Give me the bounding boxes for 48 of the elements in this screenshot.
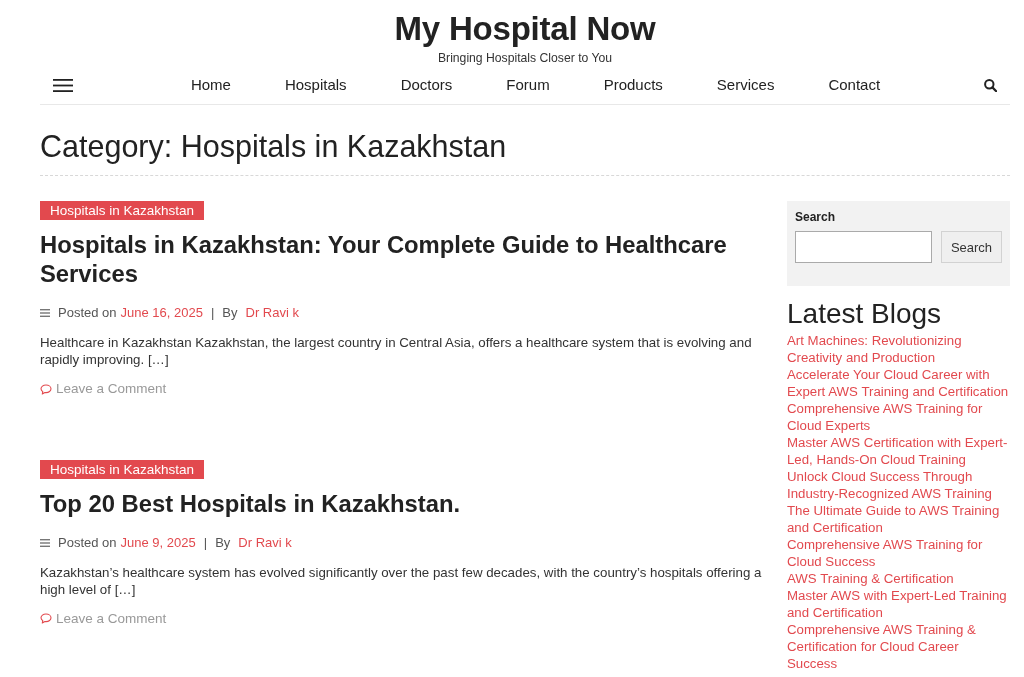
nav-link[interactable]: Forum (479, 75, 577, 95)
blog-link[interactable]: AWS Training & Certification (787, 570, 1010, 587)
blog-link[interactable]: The Ultimate Guide to AWS Training and Certification (787, 502, 1010, 536)
category-tag[interactable]: Hospitals in Kazakhstan (40, 201, 205, 220)
category-tag[interactable]: Hospitals in Kazakhstan (40, 459, 205, 479)
blog-link[interactable]: Comprehensive AWS Training for Cloud Experts (787, 400, 1010, 434)
search-field[interactable] (795, 231, 932, 263)
meta-label: By (222, 305, 238, 321)
blog-link[interactable]: Master AWS with Expert-Led Training and Certification (787, 587, 1010, 621)
author-link[interactable]: Dr Ravi k (238, 534, 292, 551)
blog-link[interactable]: Master AWS Certification with Expert-Led, Hands-On Cloud Training (787, 434, 1010, 468)
nav-link[interactable]: Home (163, 75, 258, 95)
site-tagline: Bringing Hospitals Closer to You (437, 51, 613, 65)
post-excerpt: Kazakhstan’s healthcare system has evolved significantly over the past few decades, with the country’s hospitals offering a high level of […] (40, 563, 763, 598)
search-label: Search (795, 209, 837, 225)
list-icon (40, 309, 50, 317)
blog-link[interactable]: Unlock Cloud Success Through Industry-Recognized AWS Training (787, 468, 1010, 502)
list-icon (40, 538, 50, 547)
meta-label: By (215, 534, 231, 551)
comment-icon (40, 613, 52, 624)
post-date-link[interactable]: June 16, 2025 (120, 305, 203, 321)
menu-icon[interactable] (53, 78, 73, 92)
post-date-link[interactable]: June 9, 2025 (120, 534, 196, 551)
page-heading: Category: Hospitals in Kazakhstan (40, 129, 508, 164)
search-icon[interactable] (984, 78, 997, 92)
nav-link[interactable]: Services (689, 75, 802, 95)
meta-separator: | (210, 305, 215, 321)
blog-link[interactable]: Comprehensive AWS Training for Cloud Success (787, 536, 1010, 570)
blog-link[interactable]: Art Machines: Revolutionizing Creativity and Production (787, 332, 1010, 366)
blog-link[interactable]: Accelerate Your Cloud Career with Expert AWS Training and Certification (787, 366, 1010, 400)
post-title[interactable]: Hospitals in Kazakhstan: Your Complete Guide to Healthcare Services (40, 230, 765, 288)
nav-link[interactable]: Contact (801, 75, 908, 95)
post-title[interactable]: Top 20 Best Hospitals in Kazakhstan. (40, 488, 765, 518)
nav-link[interactable]: Doctors (373, 75, 480, 95)
search-button[interactable]: Search (941, 231, 1002, 263)
comment-icon (40, 383, 52, 395)
comment-link[interactable]: Leave a Comment (40, 381, 167, 397)
nav-link[interactable]: Hospitals (257, 75, 374, 95)
meta-separator: | (203, 534, 208, 551)
site-title[interactable]: My Hospital Now (394, 11, 656, 47)
sidebar-heading: Latest Blogs (787, 297, 943, 330)
meta-label: Posted on (58, 305, 117, 321)
blog-link[interactable]: Comprehensive AWS Training & Certification for Cloud Career Success (787, 621, 1010, 672)
author-link[interactable]: Dr Ravi k (245, 305, 299, 321)
nav-link[interactable]: Products (576, 75, 690, 95)
meta-label: Posted on (58, 534, 117, 551)
comment-link[interactable]: Leave a Comment (40, 610, 167, 627)
post-excerpt: Healthcare in Kazakhstan Kazakhstan, the largest country in Central Asia, offers a healthcare system that is evolving and rapidly improving. […] (40, 334, 753, 368)
